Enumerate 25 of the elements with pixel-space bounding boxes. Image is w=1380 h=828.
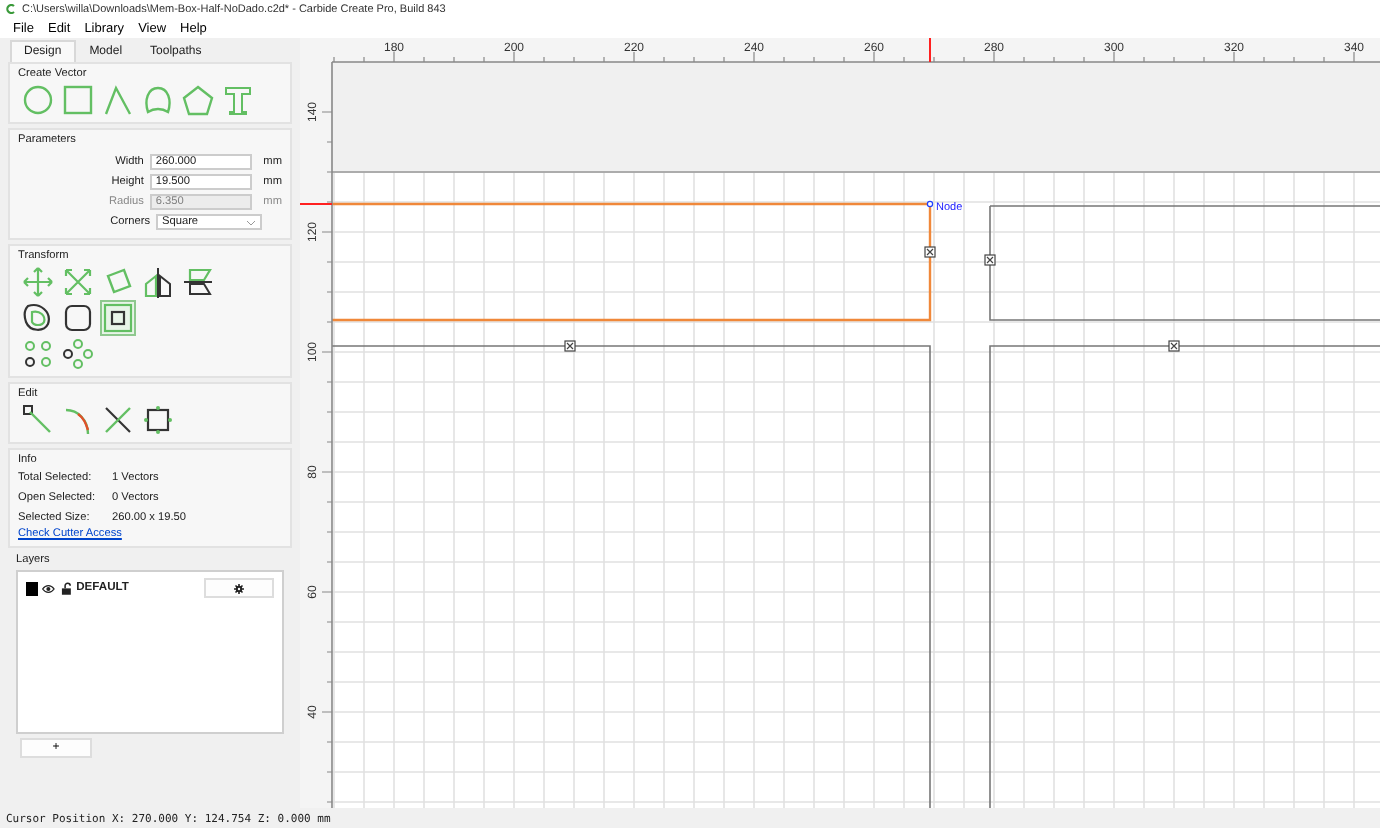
flip-icon[interactable] (182, 266, 214, 298)
mirror-icon[interactable] (142, 266, 174, 298)
circular-array-icon[interactable] (62, 338, 94, 370)
center-marker[interactable] (984, 254, 996, 266)
trim-icon[interactable] (62, 404, 94, 436)
center-marker[interactable] (1168, 340, 1180, 352)
node-edit-icon[interactable] (22, 404, 54, 436)
cursor-marker (300, 203, 333, 205)
lock-icon[interactable] (59, 581, 73, 595)
eye-icon[interactable] (42, 581, 56, 595)
inset-icon[interactable] (102, 302, 134, 334)
bounding-box-icon[interactable] (142, 404, 174, 436)
layer-settings-button[interactable] (204, 578, 274, 598)
center-marker[interactable] (924, 246, 936, 258)
caret-icon (246, 219, 256, 225)
array-icon[interactable] (22, 338, 54, 370)
app-icon (6, 4, 16, 14)
cut-icon[interactable] (102, 404, 134, 436)
layer-color-swatch[interactable] (26, 581, 39, 595)
settings-icon (234, 583, 245, 593)
offset-icon[interactable] (22, 302, 54, 334)
node-handle[interactable] (926, 200, 934, 208)
center-marker[interactable] (564, 340, 576, 352)
fillet-icon[interactable] (62, 302, 94, 334)
cursor-marker (929, 38, 931, 63)
